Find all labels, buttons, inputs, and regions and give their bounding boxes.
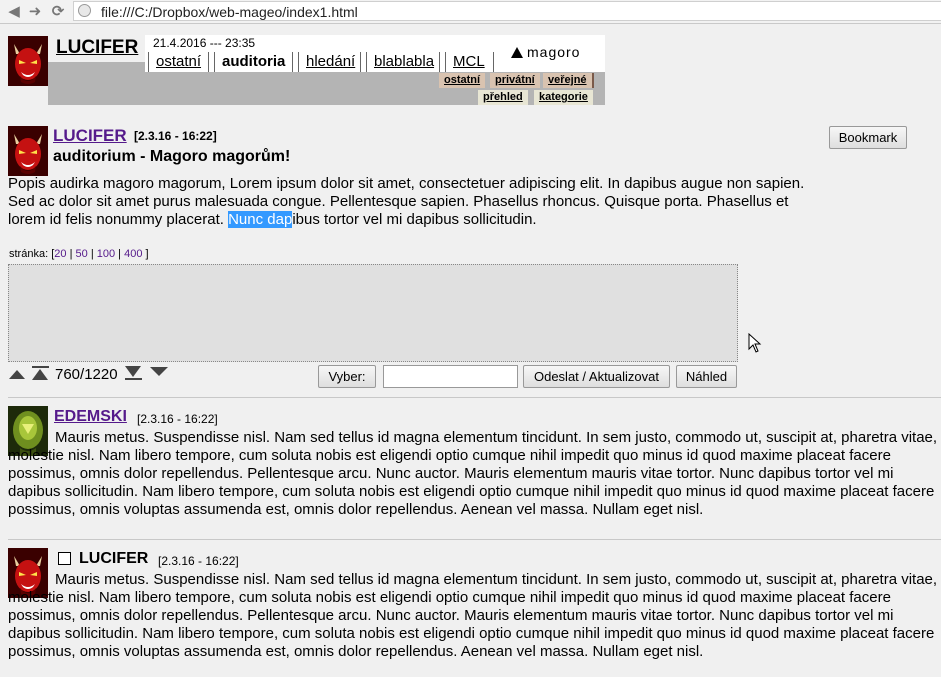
entry-select-checkbox[interactable] <box>58 552 71 565</box>
message-textarea[interactable] <box>8 264 738 362</box>
entry-date: [2.3.16 - 16:22] <box>158 554 239 568</box>
character-counter: 760/1220 <box>55 366 118 383</box>
pager-option-20[interactable]: 20 <box>54 248 66 260</box>
site-title[interactable]: LUCIFER <box>56 37 138 59</box>
magoro-logo: magoro <box>511 44 580 60</box>
subtab-kategorie[interactable]: kategorie <box>534 90 593 105</box>
page-icon <box>78 4 91 17</box>
selection-input[interactable] <box>383 365 518 388</box>
subtab-prehled[interactable]: přehled <box>478 90 528 105</box>
tab-mcl[interactable]: MCL <box>445 52 494 72</box>
post-body-text-end: ibus tortor vel mi dapibus sollicitudin. <box>292 211 537 228</box>
pager-label: stránka: <box>9 248 49 260</box>
subtab-privatni[interactable]: privátní <box>490 73 540 88</box>
url-text: file:///C:/Dropbox/web-mageo/index1.html <box>101 4 358 20</box>
pager-option-400[interactable]: 400 <box>124 248 142 260</box>
selected-text: Nunc dap <box>228 211 293 228</box>
post-author-link[interactable]: LUCIFER <box>53 126 127 146</box>
entry-author: LUCIFER <box>79 550 149 567</box>
scroll-bottom-icon[interactable] <box>125 366 142 380</box>
select-button[interactable]: Vyber: <box>318 365 376 388</box>
post-subject: auditorium - Magoro magorům! <box>53 148 291 165</box>
browser-toolbar: ◀ ➜ ⟳ file:///C:/Dropbox/web-mageo/index… <box>0 0 941 24</box>
page-size-selector: stránka: [20 | 50 | 100 | 400 ] <box>9 248 149 260</box>
logo-mark-icon <box>511 47 523 58</box>
entry-author-link[interactable]: EDEMSKI <box>54 408 127 426</box>
entry-date: [2.3.16 - 16:22] <box>137 412 218 426</box>
tab-blablabla[interactable]: blablabla <box>366 52 440 72</box>
pager-separator: | <box>69 248 73 260</box>
post-date: [2.3.16 - 16:22] <box>134 129 217 143</box>
pager-bracket-close: ] <box>145 248 149 260</box>
pager-option-50[interactable]: 50 <box>76 248 88 260</box>
scroll-top-icon[interactable] <box>32 366 49 380</box>
preview-button[interactable]: Náhled <box>676 365 737 388</box>
post-body: Popis audirka magoro magorum, Lorem ipsu… <box>8 175 828 229</box>
pager-option-100[interactable]: 100 <box>97 248 115 260</box>
back-icon[interactable]: ◀ <box>6 3 22 19</box>
logo-text: magoro <box>527 44 581 60</box>
devil-avatar-icon <box>8 126 48 176</box>
current-datetime: 21.4.2016 --- 23:35 <box>153 36 256 50</box>
subtab-ostatni[interactable]: ostatní <box>439 73 486 88</box>
send-update-button[interactable]: Odeslat / Aktualizovat <box>523 365 670 388</box>
scroll-down-icon[interactable] <box>150 367 168 376</box>
reload-icon[interactable]: ⟳ <box>50 3 66 19</box>
entry-divider <box>8 539 941 540</box>
tab-ostatni[interactable]: ostatní <box>148 52 209 72</box>
bookmark-button[interactable]: Bookmark <box>829 126 907 149</box>
mouse-cursor-icon <box>748 333 762 353</box>
entry-body: Mauris metus. Suspendisse nisl. Nam sed … <box>8 571 938 660</box>
subtab-verejne[interactable]: veřejné <box>543 73 594 88</box>
tab-hledani[interactable]: hledání <box>298 52 361 72</box>
pager-separator: | <box>90 248 94 260</box>
address-bar[interactable]: file:///C:/Dropbox/web-mageo/index1.html <box>73 1 941 21</box>
entry-body: Mauris metus. Suspendisse nisl. Nam sed … <box>8 429 938 518</box>
tab-auditoria[interactable]: auditoria <box>214 52 293 72</box>
forward-icon[interactable]: ➜ <box>27 3 43 19</box>
devil-avatar-icon <box>8 36 48 86</box>
entry-divider <box>8 397 941 398</box>
pager-separator: | <box>118 248 122 260</box>
scroll-up-icon[interactable] <box>9 370 25 379</box>
